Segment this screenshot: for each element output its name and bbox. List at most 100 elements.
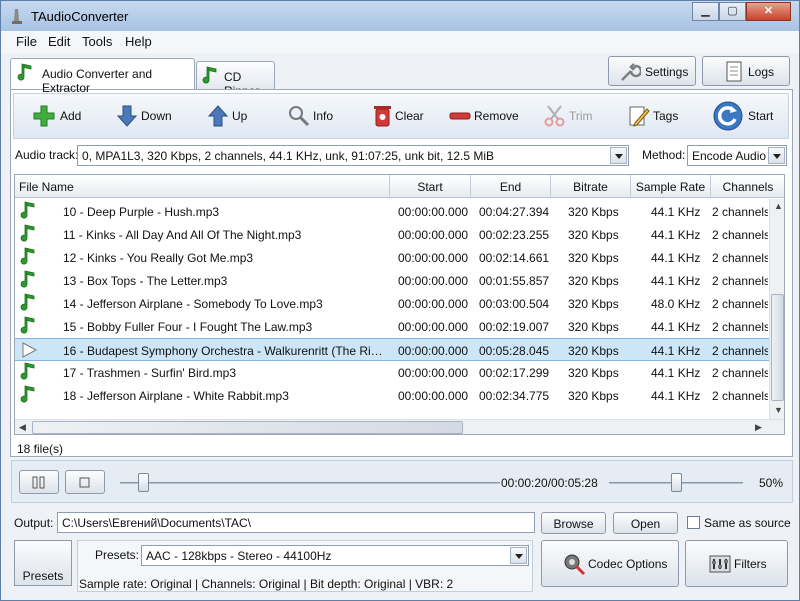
column-start[interactable]: Start <box>390 175 471 198</box>
rate-cell: 44.1 KHz <box>651 320 701 334</box>
column-end[interactable]: End <box>471 175 551 198</box>
menu-help[interactable]: Help <box>125 34 152 49</box>
music-note-icon <box>20 385 35 403</box>
menu-edit[interactable]: Edit <box>48 34 70 49</box>
up-label: Up <box>232 109 248 123</box>
same-as-source-label: Same as source <box>704 516 791 530</box>
channels-cell: 2 channels <box>712 320 768 334</box>
app-icon <box>12 9 22 24</box>
column-channels[interactable]: Channels <box>711 175 784 198</box>
audio-track-select[interactable]: 0, MPA1L3, 320 Kbps, 2 channels, 44.1 KH… <box>77 145 629 166</box>
method-label: Method: <box>642 148 686 162</box>
volume-slider-thumb[interactable] <box>671 473 682 492</box>
codec-options-button[interactable]: Codec Options <box>541 540 679 587</box>
open-button[interactable]: Open <box>613 512 678 534</box>
channels-cell: 2 channels <box>712 389 768 403</box>
minimize-button[interactable]: ▁ <box>692 2 719 21</box>
table-row[interactable]: 17 - Trashmen - Surfin' Bird.mp3 00:00:00… <box>15 361 770 384</box>
table-row[interactable]: 15 - Bobby Fuller Four - I Fought The La… <box>15 315 770 338</box>
table-row[interactable]: 10 - Deep Purple - Hush.mp3 00:00:00.000 0… <box>15 200 770 223</box>
channels-cell: 2 channels <box>712 251 768 265</box>
scroll-left-icon[interactable]: ◀ <box>19 422 26 433</box>
bitrate-cell: 320 Kbps <box>568 274 619 288</box>
start-cell: 00:00:00.000 <box>398 205 469 219</box>
horizontal-scrollbar[interactable]: ◀ ▶ <box>15 419 784 434</box>
player-bar: 00:00:20/00:05:28 50% <box>11 460 793 503</box>
tab-cd-ripper[interactable]: CD Ripper <box>196 61 275 98</box>
chevron-down-icon[interactable] <box>510 547 527 564</box>
title-bar[interactable]: TAudioConverter ▁ ▢ ✕ <box>1 1 799 31</box>
scissors-icon <box>544 105 565 127</box>
scroll-right-icon[interactable]: ▶ <box>755 422 762 433</box>
music-note-icon <box>20 270 35 288</box>
chevron-down-icon[interactable] <box>610 147 627 164</box>
method-value: Encode Audio <box>692 149 767 163</box>
start-cell: 00:00:00.000 <box>398 320 469 334</box>
scroll-up-icon[interactable]: ▲ <box>774 201 783 211</box>
end-cell: 00:02:14.661 <box>479 251 550 265</box>
trim-button[interactable]: Trim <box>543 94 603 138</box>
same-as-source-checkbox[interactable] <box>687 516 700 529</box>
close-button[interactable]: ✕ <box>746 2 791 21</box>
music-note-icon <box>20 224 35 242</box>
rate-cell: 44.1 KHz <box>651 344 701 358</box>
presets-button[interactable]: Presets <box>14 540 72 586</box>
scrollbar-thumb[interactable] <box>32 421 463 434</box>
bitrate-cell: 320 Kbps <box>568 320 619 334</box>
tab-audio-converter[interactable]: Audio Converter and Extractor <box>10 58 195 95</box>
channels-cell: 2 channels <box>712 274 768 288</box>
minus-icon <box>449 112 471 120</box>
file-name-cell: 12 - Kinks - You Really Got Me.mp3 <box>63 251 254 265</box>
add-button[interactable]: Add <box>32 94 102 138</box>
seek-track[interactable] <box>120 482 500 484</box>
column-file-name[interactable]: File Name <box>15 175 390 198</box>
document-icon <box>726 61 742 82</box>
table-row[interactable]: 11 - Kinks - All Day And All Of The Nigh… <box>15 223 770 246</box>
remove-button[interactable]: Remove <box>448 94 524 138</box>
menu-tools[interactable]: Tools <box>82 34 112 49</box>
menu-file[interactable]: File <box>16 34 37 49</box>
seek-slider-thumb[interactable] <box>137 473 149 492</box>
channels-cell: 2 channels <box>712 205 768 219</box>
stop-button[interactable] <box>65 470 105 494</box>
start-cell: 00:00:00.000 <box>398 251 469 265</box>
vertical-scrollbar[interactable]: ▲ ▼ <box>769 199 784 419</box>
file-name-cell: 18 - Jefferson Airplane - White Rabbit.m… <box>63 389 289 403</box>
trash-icon <box>374 106 391 127</box>
pencil-icon <box>629 106 650 127</box>
scrollbar-thumb[interactable] <box>771 294 784 401</box>
filters-button[interactable]: Filters <box>685 540 788 587</box>
clear-button[interactable]: Clear <box>371 94 431 138</box>
file-name-cell: 10 - Deep Purple - Hush.mp3 <box>63 205 220 219</box>
down-button[interactable]: Down <box>115 94 185 138</box>
chevron-down-icon[interactable] <box>768 147 785 164</box>
method-select[interactable]: Encode Audio <box>687 145 787 166</box>
maximize-button[interactable]: ▢ <box>719 2 746 21</box>
presets-select[interactable]: AAC - 128kbps - Stereo - 44100Hz <box>141 545 529 566</box>
table-row[interactable]: 16 - Budapest Symphony Orchestra - Walku… <box>15 338 770 361</box>
settings-button[interactable]: Settings <box>608 56 696 86</box>
bitrate-cell: 320 Kbps <box>568 205 619 219</box>
arrow-up-icon <box>207 105 229 127</box>
table-row[interactable]: 14 - Jefferson Airplane - Somebody To Lo… <box>15 292 770 315</box>
logs-button[interactable]: Logs <box>702 56 790 86</box>
music-note-icon <box>20 362 35 380</box>
column-bitrate[interactable]: Bitrate <box>551 175 631 198</box>
table-row[interactable]: 13 - Box Tops - The Letter.mp3 00:00:00.0… <box>15 269 770 292</box>
start-button[interactable]: Start <box>712 94 782 138</box>
output-path-field[interactable]: C:\Users\Евгений\Documents\TAC\ <box>57 512 535 533</box>
scroll-down-icon[interactable]: ▼ <box>774 405 783 415</box>
column-sample-rate[interactable]: Sample Rate <box>631 175 711 198</box>
info-button[interactable]: Info <box>287 94 347 138</box>
browse-button[interactable]: Browse <box>541 512 606 534</box>
end-cell: 00:02:23.255 <box>479 228 550 242</box>
tags-button[interactable]: Tags <box>627 94 693 138</box>
audio-track-value: 0, MPA1L3, 320 Kbps, 2 channels, 44.1 KH… <box>82 149 495 163</box>
up-button[interactable]: Up <box>206 94 266 138</box>
table-row[interactable]: 18 - Jefferson Airplane - White Rabbit.m… <box>15 384 770 407</box>
pause-button[interactable] <box>19 470 59 494</box>
table-row[interactable]: 12 - Kinks - You Really Got Me.mp3 00:00:… <box>15 246 770 269</box>
rate-cell: 44.1 KHz <box>651 228 701 242</box>
tab-label: Audio Converter and Extractor <box>42 67 153 95</box>
presets-panel: Presets: AAC - 128kbps - Stereo - 44100H… <box>77 540 533 592</box>
